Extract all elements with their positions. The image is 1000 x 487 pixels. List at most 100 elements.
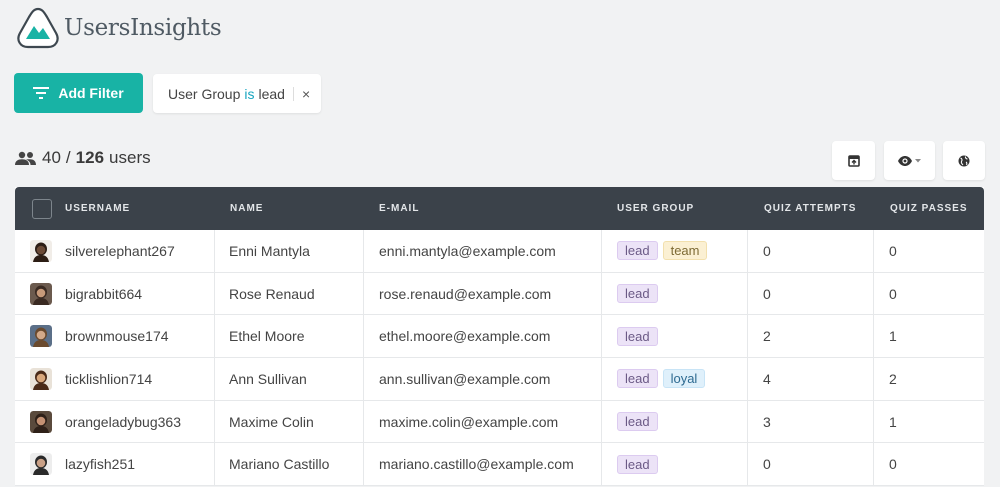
user-avatar (30, 239, 52, 262)
user-group-tag: lead (617, 241, 658, 261)
quiz-attempts: 3 (763, 413, 771, 430)
username-cell[interactable]: ticklishlion714 (15, 358, 215, 400)
quiz-passes-cell: 1 (874, 401, 984, 443)
quiz-passes-cell: 0 (874, 273, 984, 315)
user-group-tag: lead (617, 326, 658, 346)
email-cell: mariano.castillo@example.com (364, 443, 602, 486)
quiz-attempts: 0 (763, 285, 771, 302)
table-row[interactable]: lazyfish251 Mariano Castillo mariano.cas… (15, 443, 984, 487)
header-quiz-passes[interactable]: QUIZ PASSES (890, 203, 984, 214)
quiz-passes-cell: 1 (874, 315, 984, 357)
username[interactable]: brownmouse174 (65, 328, 169, 344)
header-name[interactable]: NAME (230, 203, 379, 214)
user-group-cell: lead loyal (602, 358, 748, 400)
user-group-tag: lead (617, 369, 658, 389)
user-name: Maxime Colin (229, 413, 314, 430)
table-row[interactable]: bigrabbit664 Rose Renaud rose.renaud@exa… (15, 272, 984, 316)
quiz-passes-cell: 0 (874, 230, 984, 272)
table-row[interactable]: ticklishlion714 Ann Sullivan ann.sulliva… (15, 358, 984, 401)
user-group-cell: lead (602, 400, 748, 443)
user-group-tag: team (662, 241, 708, 261)
username-cell[interactable]: bigrabbit664 (15, 272, 215, 315)
user-group-tag: loyal (662, 369, 706, 389)
user-group-cell: lead (602, 443, 748, 486)
user-name: Ann Sullivan (229, 370, 307, 387)
name-cell: Maxime Colin (215, 400, 364, 443)
table-row[interactable]: brownmouse174 Ethel Moore ethel.moore@ex… (15, 315, 984, 359)
header-user-group[interactable]: USER GROUP (617, 203, 764, 214)
quiz-attempts: 0 (763, 456, 771, 473)
username[interactable]: orangeladybug363 (65, 414, 181, 430)
username[interactable]: silverelephant267 (65, 243, 175, 259)
quiz-attempts: 2 (763, 328, 771, 345)
name-cell: Mariano Castillo (215, 443, 364, 486)
username[interactable]: bigrabbit664 (65, 286, 142, 302)
select-all-checkbox[interactable] (32, 198, 52, 219)
header-email[interactable]: E-MAIL (379, 203, 617, 214)
email-cell: maxime.colin@example.com (364, 400, 602, 443)
active-filter[interactable]: User Group is lead × (153, 74, 321, 113)
table-body: silverelephant267 Enni Mantyla enni.mant… (15, 230, 984, 487)
username-cell[interactable]: silverelephant267 (15, 230, 215, 272)
quiz-attempts-cell: 2 (748, 315, 874, 358)
quiz-passes: 0 (889, 242, 897, 259)
visible-columns-button[interactable] (884, 141, 935, 180)
user-email: enni.mantyla@example.com (379, 242, 556, 259)
export-icon (847, 154, 860, 167)
eye-icon (898, 155, 912, 166)
user-name: Enni Mantyla (229, 242, 310, 259)
user-name: Mariano Castillo (229, 456, 330, 473)
name-cell: Rose Renaud (215, 272, 364, 315)
header-cell-select (15, 198, 65, 219)
total-count: 126 (75, 148, 105, 167)
name-cell: Ann Sullivan (215, 358, 364, 400)
user-email: ethel.moore@example.com (379, 328, 551, 345)
user-count: 40 / 126 users (15, 148, 151, 168)
username[interactable]: ticklishlion714 (65, 371, 152, 387)
header-username[interactable]: USERNAME (65, 203, 230, 214)
quiz-passes: 1 (889, 328, 897, 345)
add-filter-button[interactable]: Add Filter (14, 73, 143, 113)
filter-icon (33, 87, 50, 99)
user-group-tag: lead (617, 412, 658, 432)
quiz-attempts: 4 (763, 370, 771, 387)
username-cell[interactable]: lazyfish251 (15, 443, 215, 486)
users-icon (15, 151, 36, 165)
chevron-down-icon (915, 158, 921, 162)
user-group-cell: lead (602, 272, 748, 315)
user-avatar (30, 410, 52, 433)
username-cell[interactable]: brownmouse174 (15, 315, 215, 358)
count-separator: / (65, 148, 71, 167)
logo-icon (17, 7, 59, 49)
remove-filter-close-icon[interactable]: × (302, 86, 310, 102)
quiz-attempts-cell: 0 (748, 443, 874, 486)
add-filter-label: Add Filter (58, 85, 124, 101)
user-avatar (30, 325, 52, 348)
user-group-tag: lead (617, 284, 658, 304)
quiz-attempts-cell: 0 (748, 272, 874, 315)
user-email: ann.sullivan@example.com (379, 370, 551, 387)
geolocation-button[interactable] (943, 141, 985, 180)
user-group-tag: lead (617, 454, 658, 474)
user-email: maxime.colin@example.com (379, 413, 559, 430)
quiz-passes: 2 (889, 370, 897, 387)
table-row[interactable]: silverelephant267 Enni Mantyla enni.mant… (15, 230, 984, 273)
export-button[interactable] (832, 141, 875, 180)
header-quiz-attempts[interactable]: QUIZ ATTEMPTS (764, 203, 890, 214)
user-avatar (30, 282, 52, 305)
app-logo[interactable]: UsersInsights (16, 6, 222, 50)
filter-field: User Group (168, 85, 241, 102)
username[interactable]: lazyfish251 (65, 456, 135, 472)
email-cell: rose.renaud@example.com (364, 272, 602, 315)
name-cell: Ethel Moore (215, 315, 364, 358)
table-row[interactable]: orangeladybug363 Maxime Colin maxime.col… (15, 400, 984, 444)
quiz-attempts-cell: 0 (748, 230, 874, 272)
username-cell[interactable]: orangeladybug363 (15, 400, 215, 443)
app-name: UsersInsights (64, 15, 222, 41)
filter-value: lead (258, 85, 285, 102)
user-name: Ethel Moore (229, 328, 305, 345)
quiz-passes: 1 (889, 413, 897, 430)
quiz-passes-cell: 2 (874, 358, 984, 400)
quiz-attempts-cell: 4 (748, 358, 874, 400)
quiz-attempts-cell: 3 (748, 400, 874, 443)
